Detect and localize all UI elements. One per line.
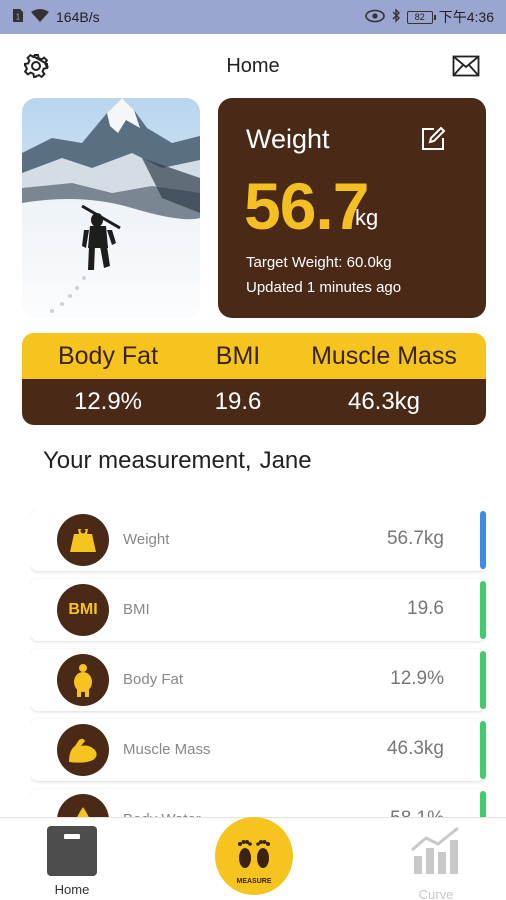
measurement-greeting: Your measurement, Jane	[43, 447, 312, 475]
measurement-label: BMI	[123, 601, 150, 618]
measurement-label: Muscle Mass	[123, 741, 211, 758]
settings-button[interactable]	[22, 52, 50, 80]
measurement-status-bar	[480, 511, 486, 569]
measurement-status-bar	[480, 721, 486, 779]
target-weight: Target Weight: 60.0kg	[246, 254, 392, 271]
battery-icon: 82	[406, 10, 436, 24]
measurement-status-bar	[480, 791, 486, 819]
weight-value: 56.7	[244, 169, 369, 243]
status-bar: 1 164B/s 82 下午4:36	[0, 0, 506, 34]
weight-card[interactable]: Weight 56.7 kg Target Weight: 60.0kg Upd…	[218, 98, 486, 318]
footprints-icon	[238, 840, 270, 868]
measurement-status-bar	[480, 581, 486, 639]
stat-value-muscle-mass: 46.3kg	[347, 388, 421, 415]
measure-label: MEASURE	[236, 878, 272, 885]
muscle-icon	[57, 724, 109, 776]
greeting-text: Your measurement,	[43, 447, 252, 474]
measurement-item-bmi[interactable]: BMI BMI 19.6	[30, 579, 486, 641]
eye-icon	[364, 9, 385, 26]
measurement-value: 46.3kg	[386, 738, 444, 759]
profile-photo	[22, 98, 200, 318]
edit-weight-button[interactable]	[420, 126, 446, 152]
body-fat-icon	[57, 654, 109, 706]
measurement-label: Weight	[123, 531, 170, 548]
nav-home-label: Home	[54, 882, 90, 897]
page-title: Home	[226, 54, 280, 77]
chart-icon	[411, 826, 459, 874]
wifi-icon	[30, 8, 50, 26]
bottom-nav: Home MEASURE Curve	[0, 817, 506, 900]
stat-value-body-fat: 12.9%	[73, 388, 143, 415]
weight-card-title: Weight	[246, 124, 330, 154]
stat-label-body-fat: Body Fat	[57, 341, 159, 370]
nav-home[interactable]: Home	[46, 826, 98, 897]
summary-stats: Body Fat BMI Muscle Mass 12.9% 19.6 46.3…	[22, 333, 486, 425]
sim-icon: 1	[12, 8, 24, 26]
measurement-item-body-fat[interactable]: Body Fat 12.9%	[30, 649, 486, 711]
updated-time: Updated 1 minutes ago	[246, 279, 402, 296]
messages-button[interactable]	[452, 54, 480, 78]
measurement-label: Body Fat	[123, 671, 184, 688]
edit-icon	[422, 126, 446, 150]
measurement-value: 19.6	[407, 598, 444, 619]
network-speed: 164B/s	[56, 9, 100, 25]
measurement-item-body-water[interactable]: Body Water 58.1%	[30, 789, 486, 819]
gear-icon	[23, 53, 49, 79]
weight-unit: kg	[355, 205, 379, 230]
scale-icon	[47, 826, 97, 876]
clock: 下午4:36	[438, 9, 494, 25]
weight-icon	[57, 514, 109, 566]
measurement-item-muscle-mass[interactable]: Muscle Mass 46.3kg	[30, 719, 486, 781]
measurement-item-weight[interactable]: Weight 56.7kg	[30, 509, 486, 571]
svg-text:1: 1	[16, 13, 21, 22]
envelope-icon	[452, 55, 480, 77]
measurement-value: 56.7kg	[386, 528, 444, 549]
stat-label-muscle-mass: Muscle Mass	[311, 341, 457, 370]
bluetooth-icon	[391, 8, 401, 26]
measurement-value: 12.9%	[390, 668, 444, 689]
measurement-list: Weight 56.7kg BMI BMI 19.6 Body Fat 12.9…	[30, 509, 486, 819]
nav-curve[interactable]: Curve	[408, 826, 464, 900]
nav-curve-label: Curve	[418, 887, 454, 900]
water-drop-icon	[57, 794, 109, 819]
battery-level: 82	[414, 11, 425, 22]
stat-value-bmi: 19.6	[214, 388, 262, 415]
stat-label-bmi: BMI	[215, 341, 261, 370]
app-header: Home	[0, 34, 506, 98]
measurement-status-bar	[480, 651, 486, 709]
bmi-icon: BMI	[57, 584, 109, 636]
user-name: Jane	[259, 447, 312, 474]
measure-button[interactable]: MEASURE	[215, 817, 293, 895]
